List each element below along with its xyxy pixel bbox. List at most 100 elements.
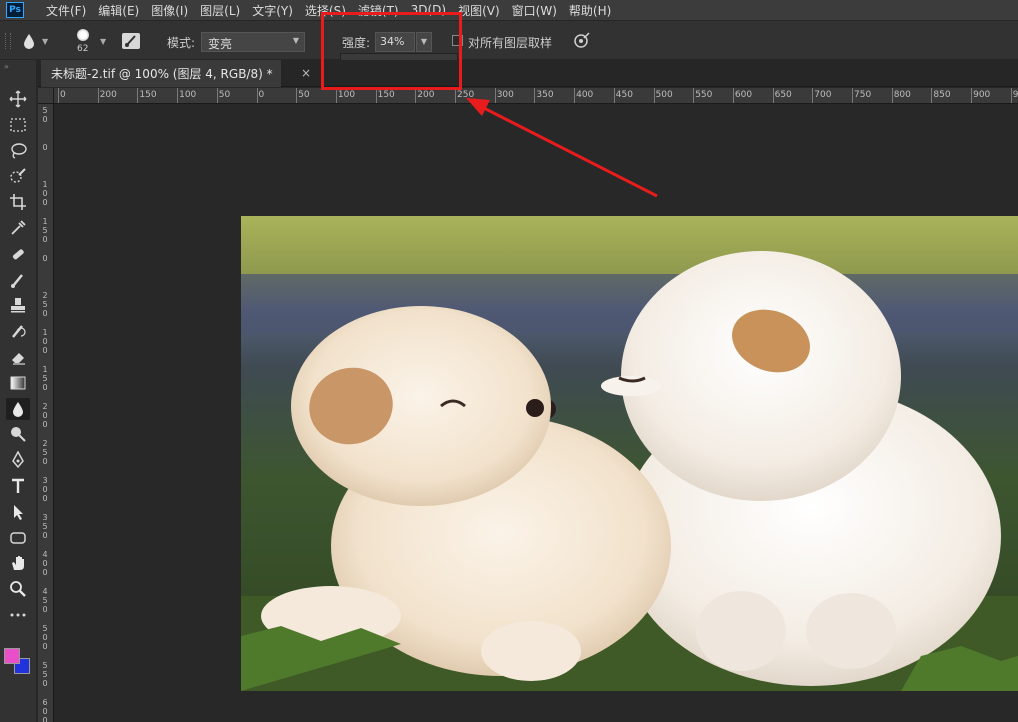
marquee-icon [10,118,26,132]
tool-zoom[interactable] [6,578,30,600]
tool-blur[interactable] [6,397,30,420]
ruler-label: 650 [774,90,792,100]
strength-label: 强度: [342,36,371,50]
ruler-label: 300 [496,90,514,100]
eraser-icon [12,353,25,365]
tool-crop[interactable] [6,191,30,213]
tool-type[interactable] [6,475,30,497]
tool-preset-chevron-icon[interactable]: ▼ [42,37,48,46]
type-icon [12,478,24,493]
tool-eyedropper[interactable] [6,217,30,239]
ruler-label: 0 [60,90,66,100]
ruler-label: 600 [42,698,48,722]
tool-path-select[interactable] [6,501,30,523]
ruler-tick [971,88,973,103]
ruler-origin[interactable] [38,88,54,104]
menu-edit[interactable]: 编辑(E) [92,2,145,19]
ruler-label: 0 [258,90,265,100]
shape-icon [10,531,26,544]
ruler-label: 700 [814,90,832,100]
tool-move[interactable] [6,88,30,110]
pressure-icon[interactable] [572,32,590,50]
ruler-tick [812,88,814,103]
ruler-tick [653,88,655,103]
menu-filter[interactable]: 滤镜(T) [352,2,405,19]
tool-healing[interactable] [6,243,30,265]
blur-icon [13,401,23,417]
horizontal-ruler[interactable]: 0 200 150 100 50 0 50 100 150 200 250 300 350 400 450 5… [54,88,1018,104]
path-select-icon [14,504,23,520]
document-image[interactable] [241,216,1018,691]
ruler-tick [177,88,179,103]
strength-input[interactable]: 34% [375,32,415,52]
foreground-color-swatch[interactable] [4,648,20,664]
ruler-tick [455,88,456,103]
ruler-tick [58,88,59,103]
tool-gradient[interactable] [6,372,30,394]
ruler-label: 550 [42,661,48,688]
ruler-tick [891,88,893,103]
pen-icon [12,451,24,469]
ruler-tick [216,88,218,103]
ruler-tick [772,88,774,103]
blur-drop-icon[interactable] [22,33,36,49]
ruler-label: 450 [615,90,633,100]
ruler-label: 100 [42,180,48,207]
ruler-label: 400 [42,550,48,577]
strength-dropdown-button[interactable]: ▼ [416,32,432,52]
tool-brush[interactable] [6,269,30,291]
ruler-label: 950 [1012,90,1018,100]
brush-icon [11,273,23,288]
ruler-tick [852,88,853,103]
menu-file[interactable]: 文件(F) [40,2,92,19]
tool-stamp[interactable] [6,294,30,316]
menu-image[interactable]: 图像(I) [145,2,194,19]
brush-settings-icon[interactable] [122,33,140,49]
mode-select[interactable]: 变亮 ▼ [201,32,305,52]
options-grip[interactable] [5,33,11,49]
ruler-label: 200 [417,90,435,100]
ruler-tick [97,88,99,103]
tool-marquee[interactable] [6,114,30,136]
ruler-label: 250 [457,90,475,100]
tool-quick-select[interactable] [6,165,30,187]
document-tab-title: 未标题-2.tif @ 100% (图层 4, RGB/8) * [51,67,273,81]
tool-more[interactable] [6,604,30,626]
document-tab[interactable]: 未标题-2.tif @ 100% (图层 4, RGB/8) * × [41,60,311,87]
ruler-label: 50 [42,106,48,124]
ruler-tick [931,88,933,103]
menu-3d[interactable]: 3D(D) [405,3,452,17]
color-swatches [4,648,32,676]
brush-chevron-icon[interactable]: ▼ [100,37,106,46]
ruler-tick [574,88,576,103]
sample-all-layers-checkbox[interactable] [452,35,463,46]
menu-window[interactable]: 窗口(W) [506,2,563,19]
tool-dodge[interactable] [6,423,30,445]
menu-view[interactable]: 视图(V) [452,2,506,19]
tool-eraser[interactable] [6,346,30,368]
menu-type[interactable]: 文字(Y) [246,2,299,19]
ruler-label: 500 [42,624,48,651]
tool-pen[interactable] [6,449,30,471]
zoom-icon [10,581,26,598]
tool-shape[interactable] [6,527,30,549]
tool-hand[interactable] [6,552,30,574]
menu-help[interactable]: 帮助(H) [563,2,617,19]
close-icon[interactable]: × [301,66,311,80]
ruler-tick [494,88,496,103]
vertical-ruler[interactable]: 50 0 100 150 0 250 100 150 200 250 300 350 400 450 500… [38,104,54,722]
brush-preview-icon[interactable] [77,29,89,41]
toolbar-collapse-icon[interactable]: » [4,62,9,71]
puppies-image [241,216,1018,691]
ruler-label: 850 [933,90,951,100]
history-brush-icon [12,325,26,338]
ruler-label: 100 [179,90,197,100]
ruler-label: 550 [695,90,713,100]
menu-select[interactable]: 选择(S) [299,2,352,19]
ruler-label: 150 [42,217,48,244]
tool-history-brush[interactable] [6,320,30,342]
ruler-label: 0 [42,143,48,152]
tool-lasso[interactable] [6,140,30,162]
menu-layer[interactable]: 图层(L) [194,2,246,19]
ruler-label: 150 [42,365,48,392]
